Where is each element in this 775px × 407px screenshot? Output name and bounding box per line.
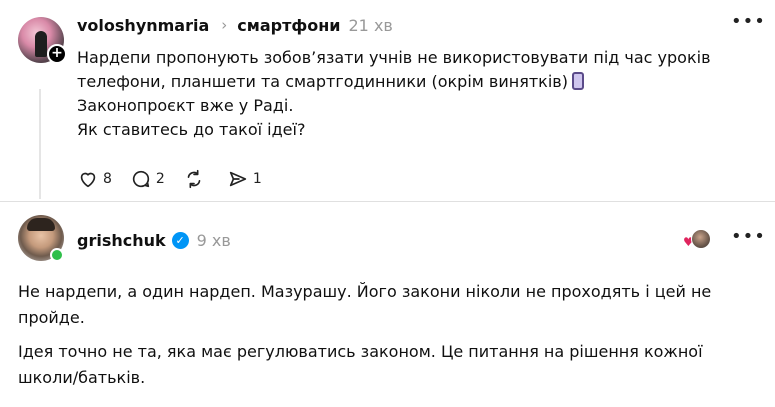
post-line: Нардепи пропонують зобов’язати учнів не … — [77, 48, 711, 67]
thread-connector-line — [39, 89, 41, 199]
like-count: 8 — [103, 171, 112, 187]
share-count: 1 — [252, 171, 262, 187]
reply-body: Не нардепи, а один нардеп. Мазурашу. Йог… — [18, 279, 738, 399]
reply-paragraph: Не нардепи, а один нардеп. Мазурашу. Йог… — [18, 282, 712, 327]
post-header: voloshynmaria › смартфони 21 хв — [77, 14, 393, 36]
post-line: Як ставитесь до такої ідеї? — [77, 120, 306, 139]
more-icon[interactable]: ••• — [731, 13, 765, 31]
repost-button[interactable] — [183, 168, 209, 190]
comment-button[interactable]: 2 — [130, 168, 165, 190]
share-button[interactable]: 1 — [227, 168, 262, 190]
reply-header: grishchuk ✓ 9 хв — [77, 229, 231, 251]
comment-count: 2 — [155, 171, 165, 187]
post-line: телефони, планшети та смартгодинники (ок… — [77, 70, 737, 94]
chevron-right-icon: › — [221, 16, 228, 34]
more-icon[interactable]: ••• — [731, 228, 765, 246]
reply-time: 9 хв — [196, 230, 231, 250]
follow-plus-icon[interactable]: + — [47, 44, 67, 64]
share-icon — [229, 171, 247, 187]
post-line: Законопроєкт вже у Раді. — [77, 96, 294, 115]
comment-icon — [132, 170, 150, 188]
divider — [0, 201, 775, 202]
verified-badge-icon: ✓ — [171, 231, 189, 249]
thread-post: + voloshynmaria › смартфони 21 хв ••• На… — [0, 0, 775, 200]
reply-paragraph: Ідея точно не та, яка має регулюватись з… — [18, 342, 703, 387]
heart-icon — [80, 172, 96, 188]
repost-icon — [187, 169, 201, 189]
online-status-dot — [50, 248, 64, 262]
post-body: Нардепи пропонують зобов’язати учнів не … — [77, 46, 737, 142]
post-username[interactable]: voloshynmaria — [77, 16, 209, 35]
reply-username[interactable]: grishchuk — [77, 231, 166, 250]
liked-by-author-indicator: ♥ — [683, 229, 711, 249]
like-button[interactable]: 8 — [77, 168, 112, 190]
liked-by-avatar — [691, 229, 711, 249]
post-actions: 8 2 1 — [77, 168, 262, 190]
post-topic[interactable]: смартфони — [237, 16, 340, 35]
post-time: 21 хв — [348, 15, 393, 35]
post-line-text: телефони, планшети та смартгодинники (ок… — [77, 72, 568, 91]
mobile-phone-emoji-icon — [571, 72, 584, 90]
